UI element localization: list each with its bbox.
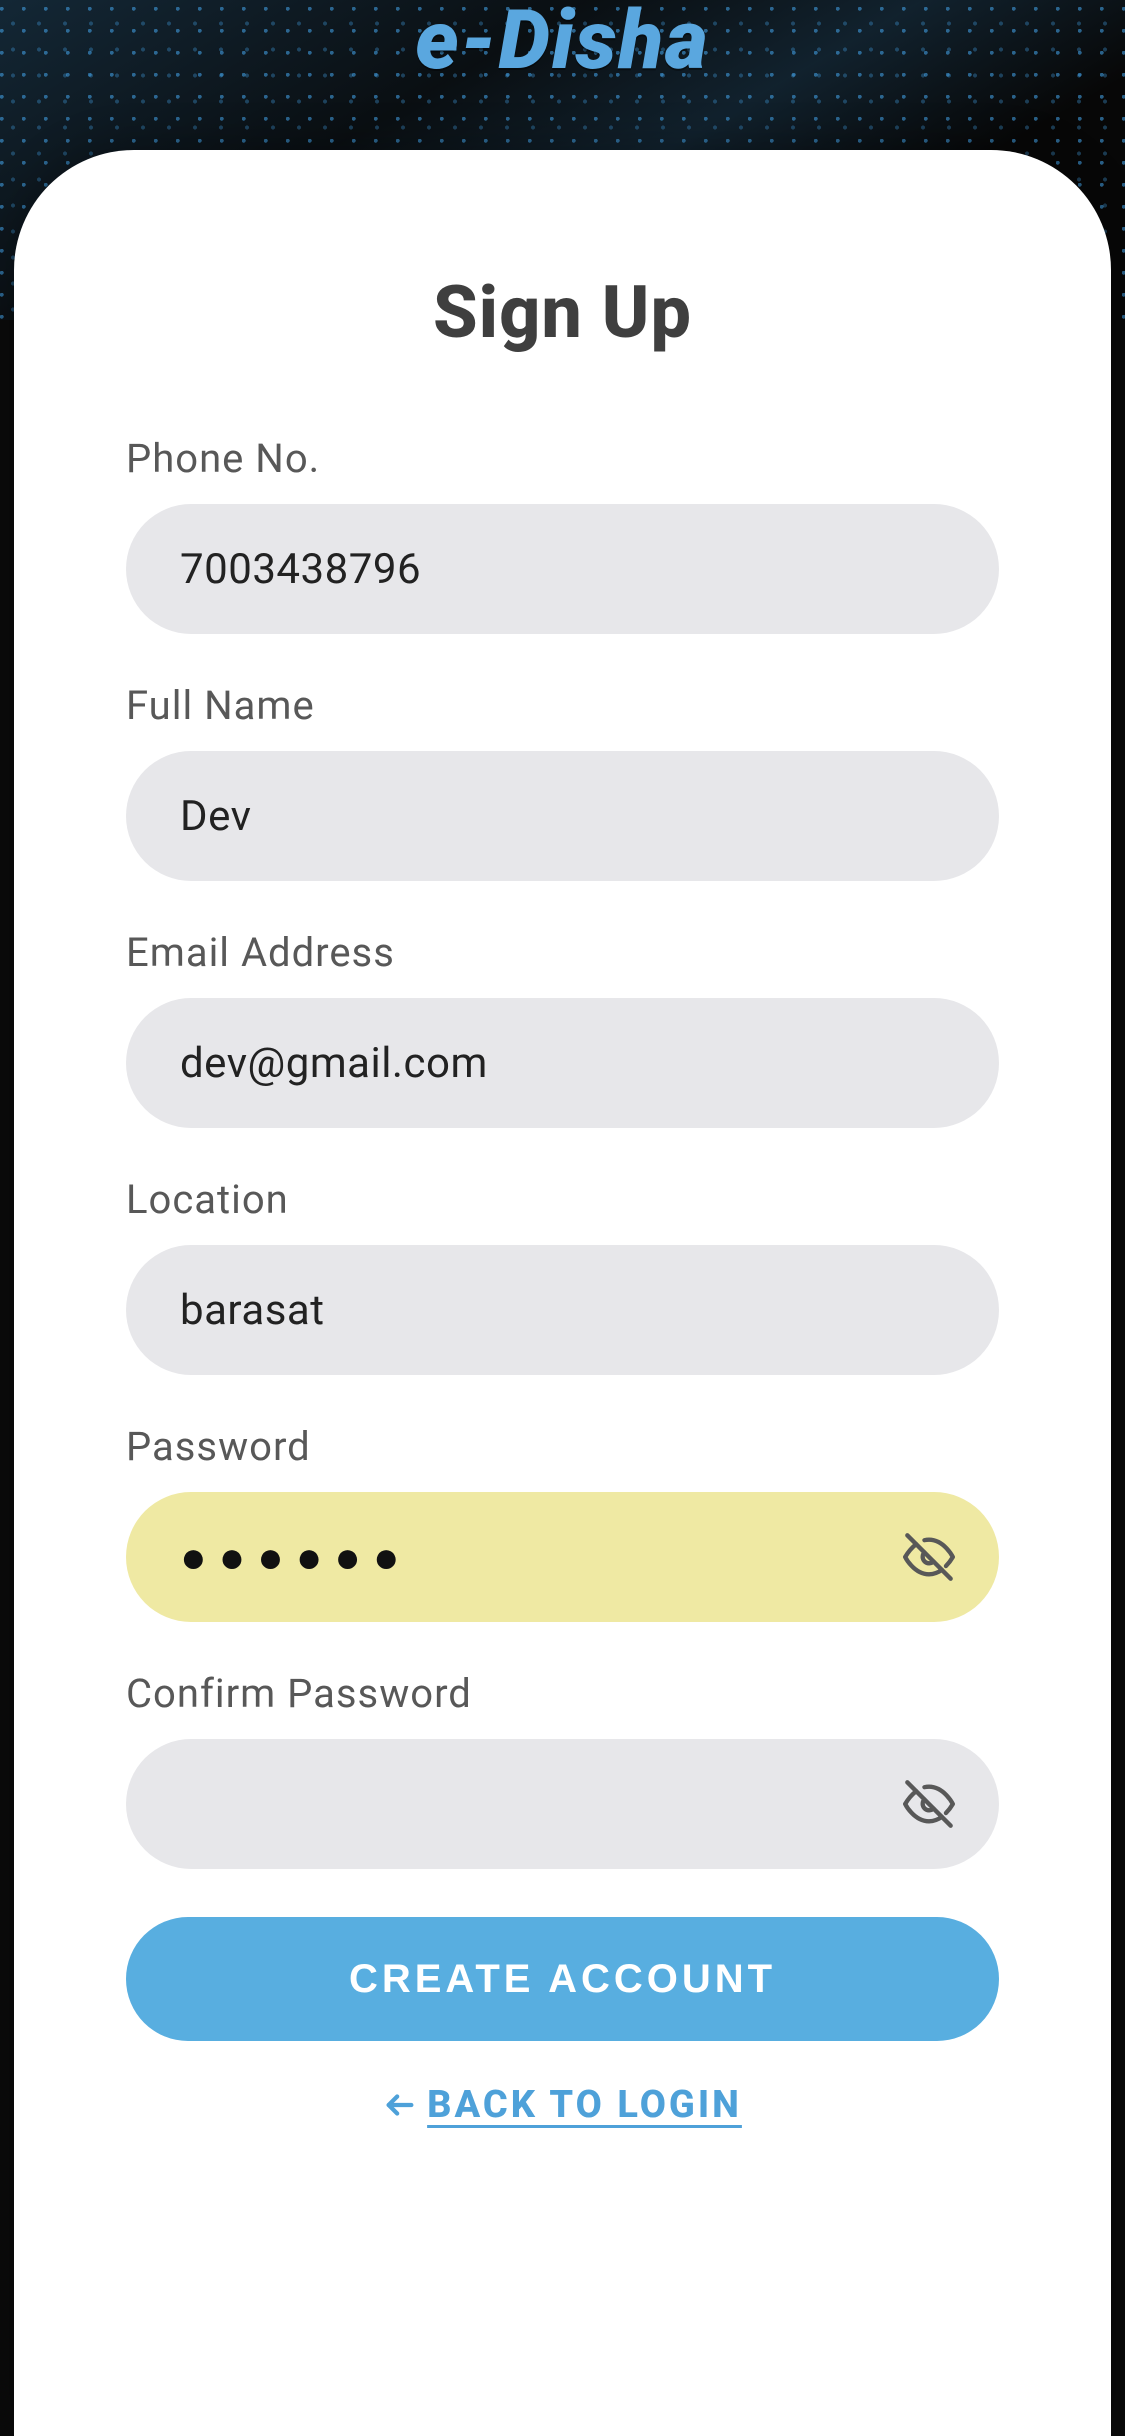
label-confirm-password: Confirm Password	[126, 1670, 999, 1717]
email-input[interactable]	[180, 998, 945, 1128]
input-wrap-phone	[126, 504, 999, 634]
back-to-login-label: BACK TO LOGIN	[427, 2083, 742, 2127]
location-input[interactable]	[180, 1245, 945, 1375]
eye-off-icon	[903, 1778, 955, 1830]
input-wrap-fullname	[126, 751, 999, 881]
field-phone: Phone No.	[126, 435, 999, 634]
brand-name: e-Disha	[415, 0, 709, 82]
input-wrap-email	[126, 998, 999, 1128]
label-phone: Phone No.	[126, 435, 999, 482]
brand-logo: e-Disha	[415, 0, 709, 82]
input-wrap-password: ●●●●●●	[126, 1492, 999, 1622]
label-fullname: Full Name	[126, 682, 999, 729]
eye-off-icon	[903, 1531, 955, 1583]
label-email: Email Address	[126, 929, 999, 976]
create-account-button[interactable]: CREATE ACCOUNT	[126, 1917, 999, 2041]
toggle-password-visibility-icon[interactable]	[899, 1527, 959, 1587]
field-email: Email Address	[126, 929, 999, 1128]
field-password: Password ●●●●●●	[126, 1423, 999, 1622]
phone-input[interactable]	[180, 504, 945, 634]
input-wrap-location	[126, 1245, 999, 1375]
fullname-input[interactable]	[180, 751, 945, 881]
label-password: Password	[126, 1423, 999, 1470]
password-input[interactable]: ●●●●●●	[180, 1531, 411, 1583]
signup-card: Sign Up Phone No. Full Name Email Addres…	[14, 150, 1111, 2436]
label-location: Location	[126, 1176, 999, 1223]
toggle-confirm-password-visibility-icon[interactable]	[899, 1774, 959, 1834]
field-confirm-password: Confirm Password	[126, 1670, 999, 1869]
arrow-left-icon	[383, 2088, 417, 2122]
back-to-login-link[interactable]: BACK TO LOGIN	[126, 2083, 999, 2127]
field-location: Location	[126, 1176, 999, 1375]
create-account-label: CREATE ACCOUNT	[349, 1957, 776, 2002]
input-wrap-confirm-password	[126, 1739, 999, 1869]
page-title: Sign Up	[126, 270, 999, 355]
field-fullname: Full Name	[126, 682, 999, 881]
